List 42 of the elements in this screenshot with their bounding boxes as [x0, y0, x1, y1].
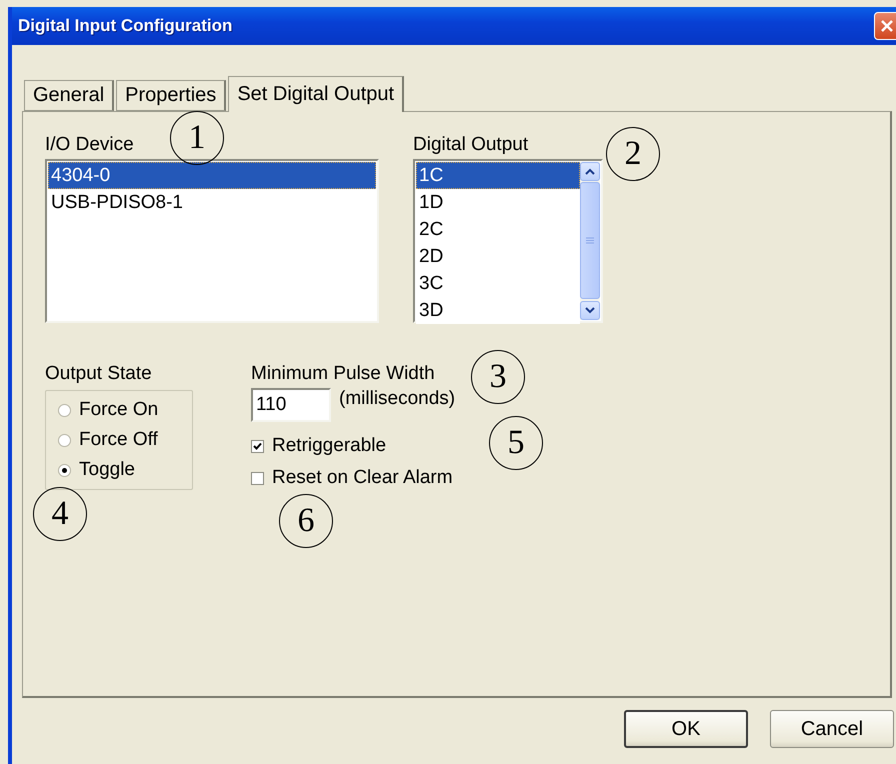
output-list[interactable]: 1C 1D 2C 2D 3C 3D	[413, 159, 603, 323]
grip-icon	[586, 237, 594, 244]
tab[interactable]: Properties	[116, 80, 226, 111]
scroll-thumb[interactable]	[580, 182, 600, 299]
tab[interactable]: General	[24, 80, 114, 111]
checkbox[interactable]	[251, 440, 264, 452]
callout-number: 4	[33, 487, 87, 541]
cancel-button[interactable]: Cancel	[770, 710, 894, 748]
scroll-up-button[interactable]	[580, 162, 600, 182]
close-icon	[880, 19, 894, 33]
radio-button[interactable]	[58, 404, 71, 416]
radio-button[interactable]	[58, 434, 71, 446]
chevron-up-icon	[585, 168, 595, 176]
pulse-width-field[interactable]: 110	[251, 388, 331, 422]
device-list[interactable]: 4304-0 USB-PDISO8-1	[45, 159, 379, 323]
ok-button[interactable]: OK	[624, 710, 748, 748]
field-label: Digital Output	[413, 134, 528, 156]
checkbox[interactable]	[251, 472, 264, 484]
radio-label: Force On	[79, 399, 158, 421]
radio-button[interactable]	[58, 464, 71, 476]
radio-label: Force Off	[79, 429, 158, 451]
callout-number: 1	[170, 111, 224, 165]
list-item[interactable]: 1C	[416, 162, 580, 189]
scrollbar[interactable]	[580, 162, 600, 320]
callout-number: 5	[489, 416, 543, 470]
window-title: Digital Input Configuration	[18, 16, 232, 36]
checkbox-label: Reset on Clear Alarm	[272, 467, 453, 489]
chevron-down-icon	[585, 306, 595, 314]
checkbox-label: Retriggerable	[272, 435, 386, 457]
tab[interactable]: Set Digital Output	[228, 76, 404, 112]
check-icon	[253, 442, 262, 450]
callout-number: 3	[471, 350, 525, 404]
field-label: I/O Device	[45, 134, 134, 156]
callout-number: 6	[279, 494, 333, 548]
unit-label: (milliseconds)	[339, 388, 456, 410]
list-item[interactable]: 4304-0	[48, 162, 376, 189]
scroll-down-button[interactable]	[580, 300, 600, 320]
group-label: Output State	[45, 363, 152, 385]
close-button[interactable]	[874, 12, 896, 40]
radio-label: Toggle	[79, 459, 135, 481]
field-label: Minimum Pulse Width	[251, 363, 435, 385]
callout-number: 2	[606, 127, 660, 181]
